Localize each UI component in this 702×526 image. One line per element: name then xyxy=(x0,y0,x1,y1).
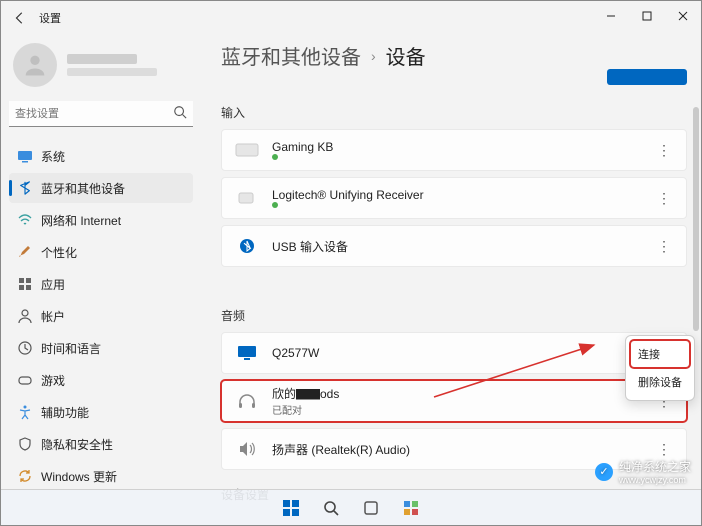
clock-globe-icon xyxy=(17,340,33,356)
bluetooth-icon xyxy=(17,180,33,196)
device-row-monitor[interactable]: Q2577W ⋮ xyxy=(221,332,687,374)
nav-label: 游戏 xyxy=(41,372,65,389)
device-status xyxy=(272,154,654,160)
device-row-gaming-kb[interactable]: Gaming KB ⋮ xyxy=(221,129,687,171)
menu-item-remove[interactable]: 删除设备 xyxy=(630,368,690,396)
nav-label: 时间和语言 xyxy=(41,340,101,357)
receiver-icon xyxy=(234,185,260,211)
taskbar-search[interactable] xyxy=(315,494,347,522)
wifi-icon xyxy=(17,212,33,228)
minimize-button[interactable] xyxy=(593,1,629,31)
device-row-airpods[interactable]: 欣的▇▇ods 已配对 ⋮ xyxy=(221,380,687,422)
shield-icon xyxy=(17,436,33,452)
nav-label: 辅助功能 xyxy=(41,404,89,421)
nav-label: 个性化 xyxy=(41,244,77,261)
content: 蓝牙和其他设备 › 设备 输入 Gaming KB ⋮ Logitech® Un… xyxy=(201,35,701,525)
nav-item-accessibility[interactable]: 辅助功能 xyxy=(9,397,193,427)
device-name: Gaming KB xyxy=(272,140,654,154)
speaker-icon xyxy=(234,436,260,462)
nav-label: 应用 xyxy=(41,276,65,293)
search-icon xyxy=(173,105,187,119)
nav-label: 系统 xyxy=(41,148,65,165)
device-context-menu: 连接 删除设备 xyxy=(625,335,695,401)
window-controls xyxy=(593,1,701,31)
nav-item-time-language[interactable]: 时间和语言 xyxy=(9,333,193,363)
nav-item-personalization[interactable]: 个性化 xyxy=(9,237,193,267)
section-title-audio: 音频 xyxy=(221,307,687,324)
nav-item-system[interactable]: 系统 xyxy=(9,141,193,171)
nav-label: 帐户 xyxy=(41,308,65,325)
maximize-button[interactable] xyxy=(629,1,665,31)
device-status: 已配对 xyxy=(272,402,654,417)
person-icon xyxy=(17,308,33,324)
breadcrumb-parent[interactable]: 蓝牙和其他设备 xyxy=(221,41,361,70)
taskbar xyxy=(1,489,701,525)
status-dot-icon xyxy=(272,154,278,160)
content-scrollbar[interactable] xyxy=(693,107,699,515)
headphones-icon xyxy=(234,388,260,414)
brush-icon xyxy=(17,244,33,260)
search-input[interactable] xyxy=(9,101,193,127)
device-status xyxy=(272,202,654,208)
chevron-right-icon: › xyxy=(371,48,376,64)
more-button[interactable]: ⋮ xyxy=(654,238,674,255)
more-button[interactable]: ⋮ xyxy=(654,441,674,458)
more-button[interactable]: ⋮ xyxy=(654,190,674,207)
nav-label: Windows 更新 xyxy=(41,468,117,485)
device-name: Q2577W xyxy=(272,346,654,360)
nav-item-apps[interactable]: 应用 xyxy=(9,269,193,299)
section-title-input: 输入 xyxy=(221,104,687,121)
nav-label: 网络和 Internet xyxy=(41,212,121,229)
device-row-usb-input[interactable]: USB 输入设备 ⋮ xyxy=(221,225,687,267)
titlebar: 设置 xyxy=(1,1,701,35)
gaming-icon xyxy=(17,372,33,388)
nav-item-windows-update[interactable]: Windows 更新 xyxy=(9,461,193,491)
status-dot-icon xyxy=(272,202,278,208)
sidebar: 系统 蓝牙和其他设备 网络和 Internet 个性化 应用 帐户 xyxy=(1,35,201,525)
nav-item-privacy[interactable]: 隐私和安全性 xyxy=(9,429,193,459)
search-wrap xyxy=(9,101,193,127)
more-button[interactable]: ⋮ xyxy=(654,142,674,159)
nav: 系统 蓝牙和其他设备 网络和 Internet 个性化 应用 帐户 xyxy=(9,141,193,491)
nav-item-accounts[interactable]: 帐户 xyxy=(9,301,193,331)
page-title: 设备 xyxy=(386,41,426,70)
back-button[interactable] xyxy=(9,7,31,29)
nav-item-network[interactable]: 网络和 Internet xyxy=(9,205,193,235)
user-name-redacted xyxy=(67,54,157,76)
accessibility-icon xyxy=(17,404,33,420)
nav-item-bluetooth[interactable]: 蓝牙和其他设备 xyxy=(9,173,193,203)
taskbar-widgets[interactable] xyxy=(395,494,427,522)
bluetooth-small-icon xyxy=(234,233,260,259)
display-icon xyxy=(17,148,33,164)
monitor-icon xyxy=(234,340,260,366)
device-row-speaker[interactable]: 扬声器 (Realtek(R) Audio) ⋮ xyxy=(221,428,687,470)
device-name: 欣的▇▇ods xyxy=(272,385,654,402)
taskbar-taskview[interactable] xyxy=(355,494,387,522)
nav-label: 蓝牙和其他设备 xyxy=(41,180,125,197)
device-name: 扬声器 (Realtek(R) Audio) xyxy=(272,441,654,458)
keyboard-icon xyxy=(234,137,260,163)
avatar xyxy=(13,43,57,87)
device-name: Logitech® Unifying Receiver xyxy=(272,188,654,202)
update-icon xyxy=(17,468,33,484)
nav-label: 隐私和安全性 xyxy=(41,436,113,453)
nav-item-gaming[interactable]: 游戏 xyxy=(9,365,193,395)
device-name: USB 输入设备 xyxy=(272,238,654,255)
menu-item-connect[interactable]: 连接 xyxy=(630,340,690,368)
add-device-button[interactable] xyxy=(607,69,687,85)
user-block[interactable] xyxy=(9,39,193,99)
device-row-logitech-receiver[interactable]: Logitech® Unifying Receiver ⋮ xyxy=(221,177,687,219)
breadcrumb: 蓝牙和其他设备 › 设备 xyxy=(221,41,687,70)
close-button[interactable] xyxy=(665,1,701,31)
window-title: 设置 xyxy=(39,10,61,26)
taskbar-start[interactable] xyxy=(275,494,307,522)
apps-icon xyxy=(17,276,33,292)
